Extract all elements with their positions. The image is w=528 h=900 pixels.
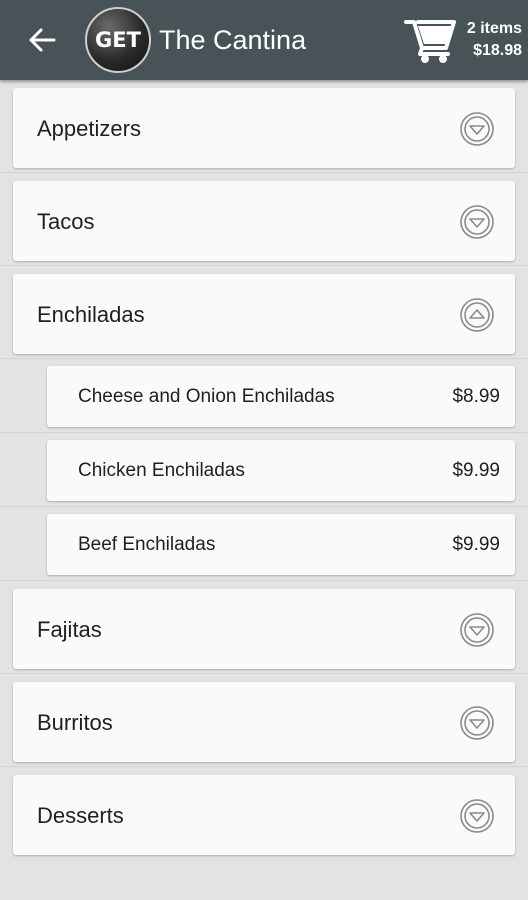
back-arrow-icon bbox=[29, 28, 56, 52]
expand-icon bbox=[460, 112, 494, 146]
category-enchiladas[interactable]: Enchiladas bbox=[13, 274, 515, 354]
category-burritos[interactable]: Burritos bbox=[13, 682, 515, 762]
item-name: Cheese and Onion Enchiladas bbox=[78, 386, 335, 407]
category-row: Burritos bbox=[0, 674, 528, 767]
cart-summary[interactable]: 2 items $18.98 bbox=[467, 18, 522, 62]
category-label: Enchiladas bbox=[37, 302, 145, 327]
expand-icon bbox=[460, 706, 494, 740]
expand-icon bbox=[460, 799, 494, 833]
menu-item-row: Chicken Enchiladas $9.99 bbox=[0, 433, 528, 507]
menu-item-row: Beef Enchiladas $9.99 bbox=[0, 507, 528, 581]
item-price: $8.99 bbox=[452, 386, 500, 407]
category-row: Enchiladas bbox=[0, 266, 528, 359]
menu-item-chicken-enchiladas[interactable]: Chicken Enchiladas $9.99 bbox=[47, 440, 515, 501]
category-tacos[interactable]: Tacos bbox=[13, 181, 515, 261]
cart-count: 2 items bbox=[466, 20, 522, 37]
get-logo: GET bbox=[85, 7, 151, 73]
back-button[interactable] bbox=[24, 22, 60, 58]
page-title: The Cantina bbox=[159, 25, 307, 55]
cart-button[interactable] bbox=[404, 16, 458, 64]
category-row: Tacos bbox=[0, 173, 528, 266]
logo-text: GET bbox=[95, 28, 141, 52]
category-fajitas[interactable]: Fajitas bbox=[13, 589, 515, 669]
item-price: $9.99 bbox=[452, 534, 500, 555]
category-row: Desserts bbox=[0, 767, 528, 860]
menu-list: Appetizers Tacos Enchiladas Cheese and O… bbox=[0, 80, 528, 860]
expand-icon bbox=[460, 205, 494, 239]
category-label: Appetizers bbox=[37, 116, 141, 141]
collapse-icon bbox=[460, 298, 494, 332]
category-label: Burritos bbox=[37, 710, 113, 735]
category-appetizers[interactable]: Appetizers bbox=[13, 88, 515, 168]
menu-item-row: Cheese and Onion Enchiladas $8.99 bbox=[0, 359, 528, 433]
item-name: Beef Enchiladas bbox=[78, 534, 216, 555]
menu-item-beef-enchiladas[interactable]: Beef Enchiladas $9.99 bbox=[47, 514, 515, 575]
category-label: Desserts bbox=[37, 803, 124, 828]
category-label: Fajitas bbox=[37, 617, 102, 642]
item-price: $9.99 bbox=[452, 460, 500, 481]
item-name: Chicken Enchiladas bbox=[78, 460, 245, 481]
app-bar: GET The Cantina 2 items $18.98 bbox=[0, 0, 528, 80]
menu-item-cheese-onion-enchiladas[interactable]: Cheese and Onion Enchiladas $8.99 bbox=[47, 366, 515, 427]
category-label: Tacos bbox=[37, 209, 95, 234]
category-row: Appetizers bbox=[0, 80, 528, 173]
cart-icon bbox=[404, 20, 456, 63]
category-desserts[interactable]: Desserts bbox=[13, 775, 515, 855]
expand-icon bbox=[460, 613, 494, 647]
cart-total: $18.98 bbox=[473, 42, 522, 59]
category-row: Fajitas bbox=[0, 581, 528, 674]
